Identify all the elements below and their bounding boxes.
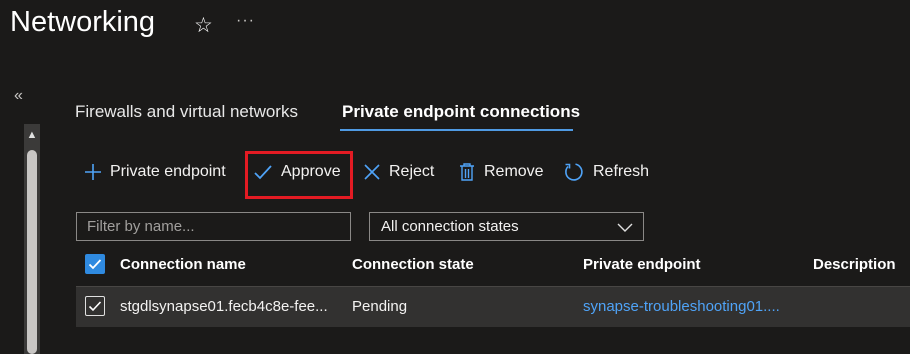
trash-icon <box>458 162 476 182</box>
plus-icon <box>84 163 102 181</box>
connection-state-dropdown[interactable]: All connection states <box>369 212 644 241</box>
vertical-scrollbar[interactable]: ▲ <box>24 124 40 354</box>
checkmark-icon <box>88 301 102 312</box>
x-icon <box>363 163 381 181</box>
refresh-icon <box>563 161 585 183</box>
checkmark-icon <box>253 163 273 181</box>
remove-label: Remove <box>484 163 544 180</box>
approve-label: Approve <box>281 163 341 180</box>
reject-button[interactable]: Reject <box>363 158 434 186</box>
column-header-connection-state[interactable]: Connection state <box>352 256 474 273</box>
approve-button[interactable]: Approve <box>253 158 341 186</box>
column-header-private-endpoint[interactable]: Private endpoint <box>583 256 701 273</box>
tab-private-endpoint-connections[interactable]: Private endpoint connections <box>342 102 580 122</box>
private-endpoint-link[interactable]: synapse-troubleshooting01.... <box>583 298 780 315</box>
connection-name-cell: stgdlsynapse01.fecb4c8e-fee... <box>120 298 328 315</box>
filter-by-name-input[interactable] <box>76 212 351 241</box>
double-chevron-left-icon[interactable]: « <box>14 87 23 105</box>
column-header-connection-name[interactable]: Connection name <box>120 256 246 273</box>
scroll-thumb[interactable] <box>27 150 37 354</box>
chevron-down-icon <box>617 220 633 237</box>
more-icon[interactable]: ··· <box>236 12 255 30</box>
scroll-up-arrow-icon[interactable]: ▲ <box>24 128 40 142</box>
refresh-label: Refresh <box>593 163 650 180</box>
checkmark-icon <box>88 259 102 270</box>
star-icon[interactable]: ☆ <box>194 13 213 38</box>
select-all-checkbox[interactable] <box>85 254 105 274</box>
row-checkbox[interactable] <box>85 296 105 316</box>
tab-firewalls-and-virtual-networks[interactable]: Firewalls and virtual networks <box>75 102 298 122</box>
add-private-endpoint-button[interactable]: Private endpoint <box>84 158 226 186</box>
connection-state-cell: Pending <box>352 298 408 315</box>
remove-button[interactable]: Remove <box>458 158 544 186</box>
reject-label: Reject <box>389 163 435 180</box>
page-title: Networking <box>10 6 156 38</box>
refresh-button[interactable]: Refresh <box>563 158 649 186</box>
active-tab-indicator <box>340 129 573 131</box>
connection-state-selected: All connection states <box>381 218 519 235</box>
add-private-endpoint-label: Private endpoint <box>110 163 226 180</box>
table-row[interactable]: stgdlsynapse01.fecb4c8e-fee... Pending s… <box>76 286 910 327</box>
column-header-description[interactable]: Description <box>813 256 896 273</box>
